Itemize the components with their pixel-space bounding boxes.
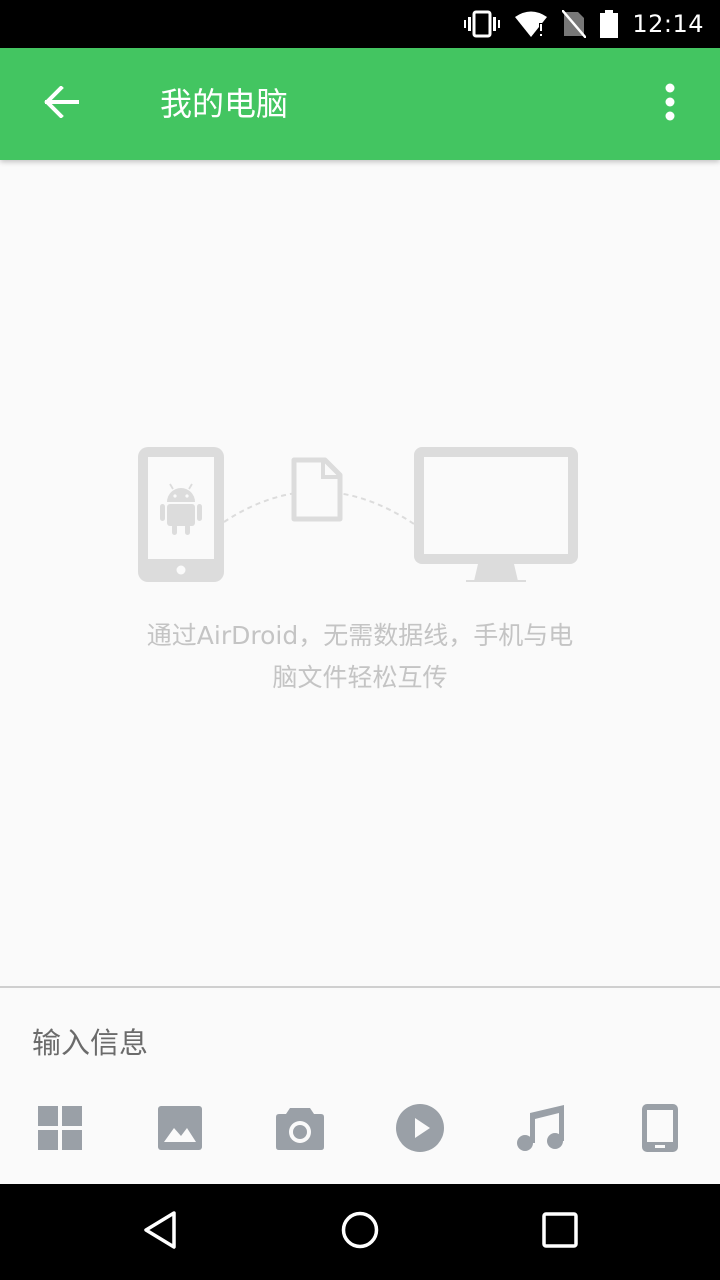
camera-button[interactable] xyxy=(270,1098,330,1162)
phone-button[interactable] xyxy=(630,1098,690,1162)
back-icon xyxy=(142,1210,178,1254)
nav-recents-button[interactable] xyxy=(520,1202,600,1262)
apps-icon xyxy=(38,1106,82,1154)
vibrate-icon xyxy=(464,10,501,38)
more-vert-icon xyxy=(665,83,675,125)
arrow-left-icon xyxy=(44,85,80,122)
message-input[interactable]: 输入信息 xyxy=(32,1012,688,1074)
image-icon xyxy=(158,1106,202,1154)
battery-icon xyxy=(600,10,619,38)
more-options-button[interactable] xyxy=(640,76,700,132)
nav-back-button[interactable] xyxy=(120,1202,200,1262)
music-button[interactable] xyxy=(510,1098,570,1162)
status-time: 12:14 xyxy=(632,10,704,38)
video-button[interactable] xyxy=(390,1098,450,1162)
app-bar: 我的电脑 xyxy=(0,48,720,160)
video-icon xyxy=(396,1104,444,1156)
status-icons: 12:14 xyxy=(464,0,704,48)
hint-line-2: 脑文件轻松互传 xyxy=(272,663,448,692)
no-sim-icon xyxy=(562,10,587,38)
phone-icon xyxy=(642,1104,678,1156)
nav-home-button[interactable] xyxy=(320,1202,400,1262)
hint-line-1: 通过AirDroid，无需数据线，手机与电 xyxy=(146,621,574,650)
camera-icon xyxy=(276,1106,324,1154)
page-title: 我的电脑 xyxy=(160,85,289,123)
message-area: 通过AirDroid，无需数据线，手机与电 脑文件轻松互传 xyxy=(0,160,720,986)
image-button[interactable] xyxy=(150,1098,210,1162)
monitor-illustration xyxy=(414,447,578,582)
input-area: 输入信息 xyxy=(0,988,720,1184)
navigation-bar xyxy=(0,1184,720,1280)
apps-button[interactable] xyxy=(30,1098,90,1162)
home-icon xyxy=(340,1210,380,1254)
transfer-illustration xyxy=(138,447,578,582)
file-icon xyxy=(291,457,343,522)
music-icon xyxy=(516,1105,564,1155)
back-button[interactable] xyxy=(32,76,92,132)
attachment-toolbar xyxy=(0,1098,720,1162)
wifi-icon xyxy=(514,10,548,38)
empty-state-hint: 通过AirDroid，无需数据线，手机与电 脑文件轻松互传 xyxy=(110,615,610,699)
recents-icon xyxy=(542,1212,578,1252)
status-bar: 12:14 xyxy=(0,0,720,48)
